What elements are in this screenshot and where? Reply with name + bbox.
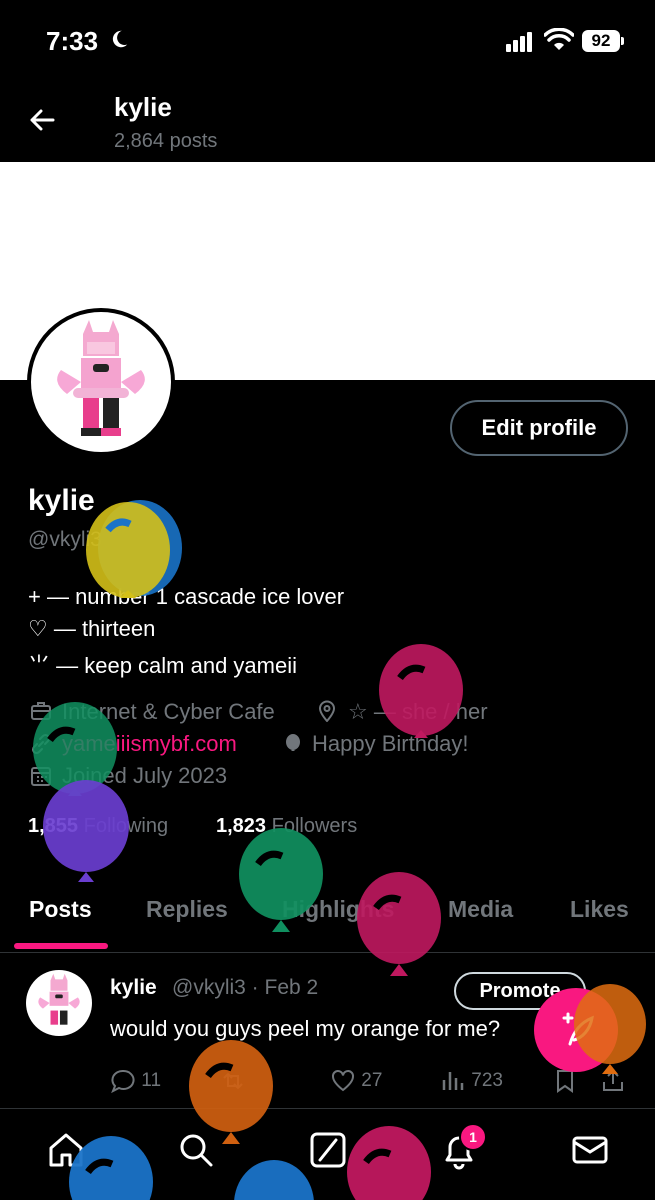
profile-avatar[interactable]: [27, 308, 175, 456]
tab-replies[interactable]: Replies: [146, 896, 228, 923]
edit-profile-button[interactable]: Edit profile: [450, 400, 628, 456]
post-author-meta: @vkyli3 · Feb 2: [172, 976, 319, 999]
bio-line: ♡ — thirteen: [28, 616, 156, 641]
header-posts-count: 2,864 posts: [114, 130, 218, 152]
post-text: would you guys peel my orange for me?: [110, 1016, 501, 1041]
post-author-name[interactable]: kylie: [110, 976, 157, 1000]
birthday-balloon-overlay: [69, 1136, 153, 1200]
battery-indicator: 92: [582, 30, 620, 52]
reply-icon: [111, 1069, 135, 1094]
messages-envelope-icon[interactable]: [570, 1130, 610, 1170]
birthday-balloon-overlay: [239, 828, 323, 932]
heart-icon: [332, 1069, 354, 1092]
like-button[interactable]: 27: [330, 1068, 382, 1094]
lego-batgirl-figure-icon: [38, 973, 80, 1025]
tab-media[interactable]: Media: [448, 896, 513, 923]
bio-line: ⺌ — keep calm and yameii: [28, 653, 297, 678]
back-arrow-icon[interactable]: [28, 106, 56, 134]
header-name: kylie: [114, 92, 172, 122]
birthday-balloon-overlay: [43, 780, 129, 882]
wifi-icon: [544, 28, 574, 50]
reply-button[interactable]: 11: [110, 1068, 161, 1094]
notifications-badge: 1: [459, 1123, 487, 1151]
status-time: 7:33: [46, 26, 99, 56]
views-button[interactable]: 723: [440, 1068, 503, 1094]
birthday-balloon-overlay: [379, 644, 463, 738]
birthday-balloon-overlay: [357, 872, 441, 976]
divider: [0, 1108, 655, 1109]
reply-count: 11: [141, 1070, 162, 1092]
analytics-icon: [442, 1072, 464, 1090]
birthday-balloon-overlay: [574, 984, 646, 1074]
views-count: 723: [471, 1070, 503, 1092]
divider: [0, 952, 655, 953]
lego-batgirl-figure-icon: [57, 320, 145, 436]
like-count: 27: [361, 1070, 383, 1092]
location-pin-icon: [318, 700, 336, 722]
cellular-signal-icon: [506, 32, 534, 52]
birthday-balloon-overlay: [347, 1126, 431, 1200]
battery-tip: [621, 37, 624, 45]
birthday-balloon-overlay: [86, 500, 182, 598]
moon-icon: [112, 30, 128, 48]
balloon-icon: [286, 734, 300, 751]
active-tab-indicator: [14, 943, 108, 949]
tab-posts[interactable]: Posts: [29, 896, 92, 923]
tab-likes[interactable]: Likes: [570, 896, 629, 923]
birthday-balloon-overlay: [234, 1160, 314, 1200]
birthday-balloon-overlay: [189, 1040, 273, 1144]
post-avatar[interactable]: [26, 970, 92, 1036]
